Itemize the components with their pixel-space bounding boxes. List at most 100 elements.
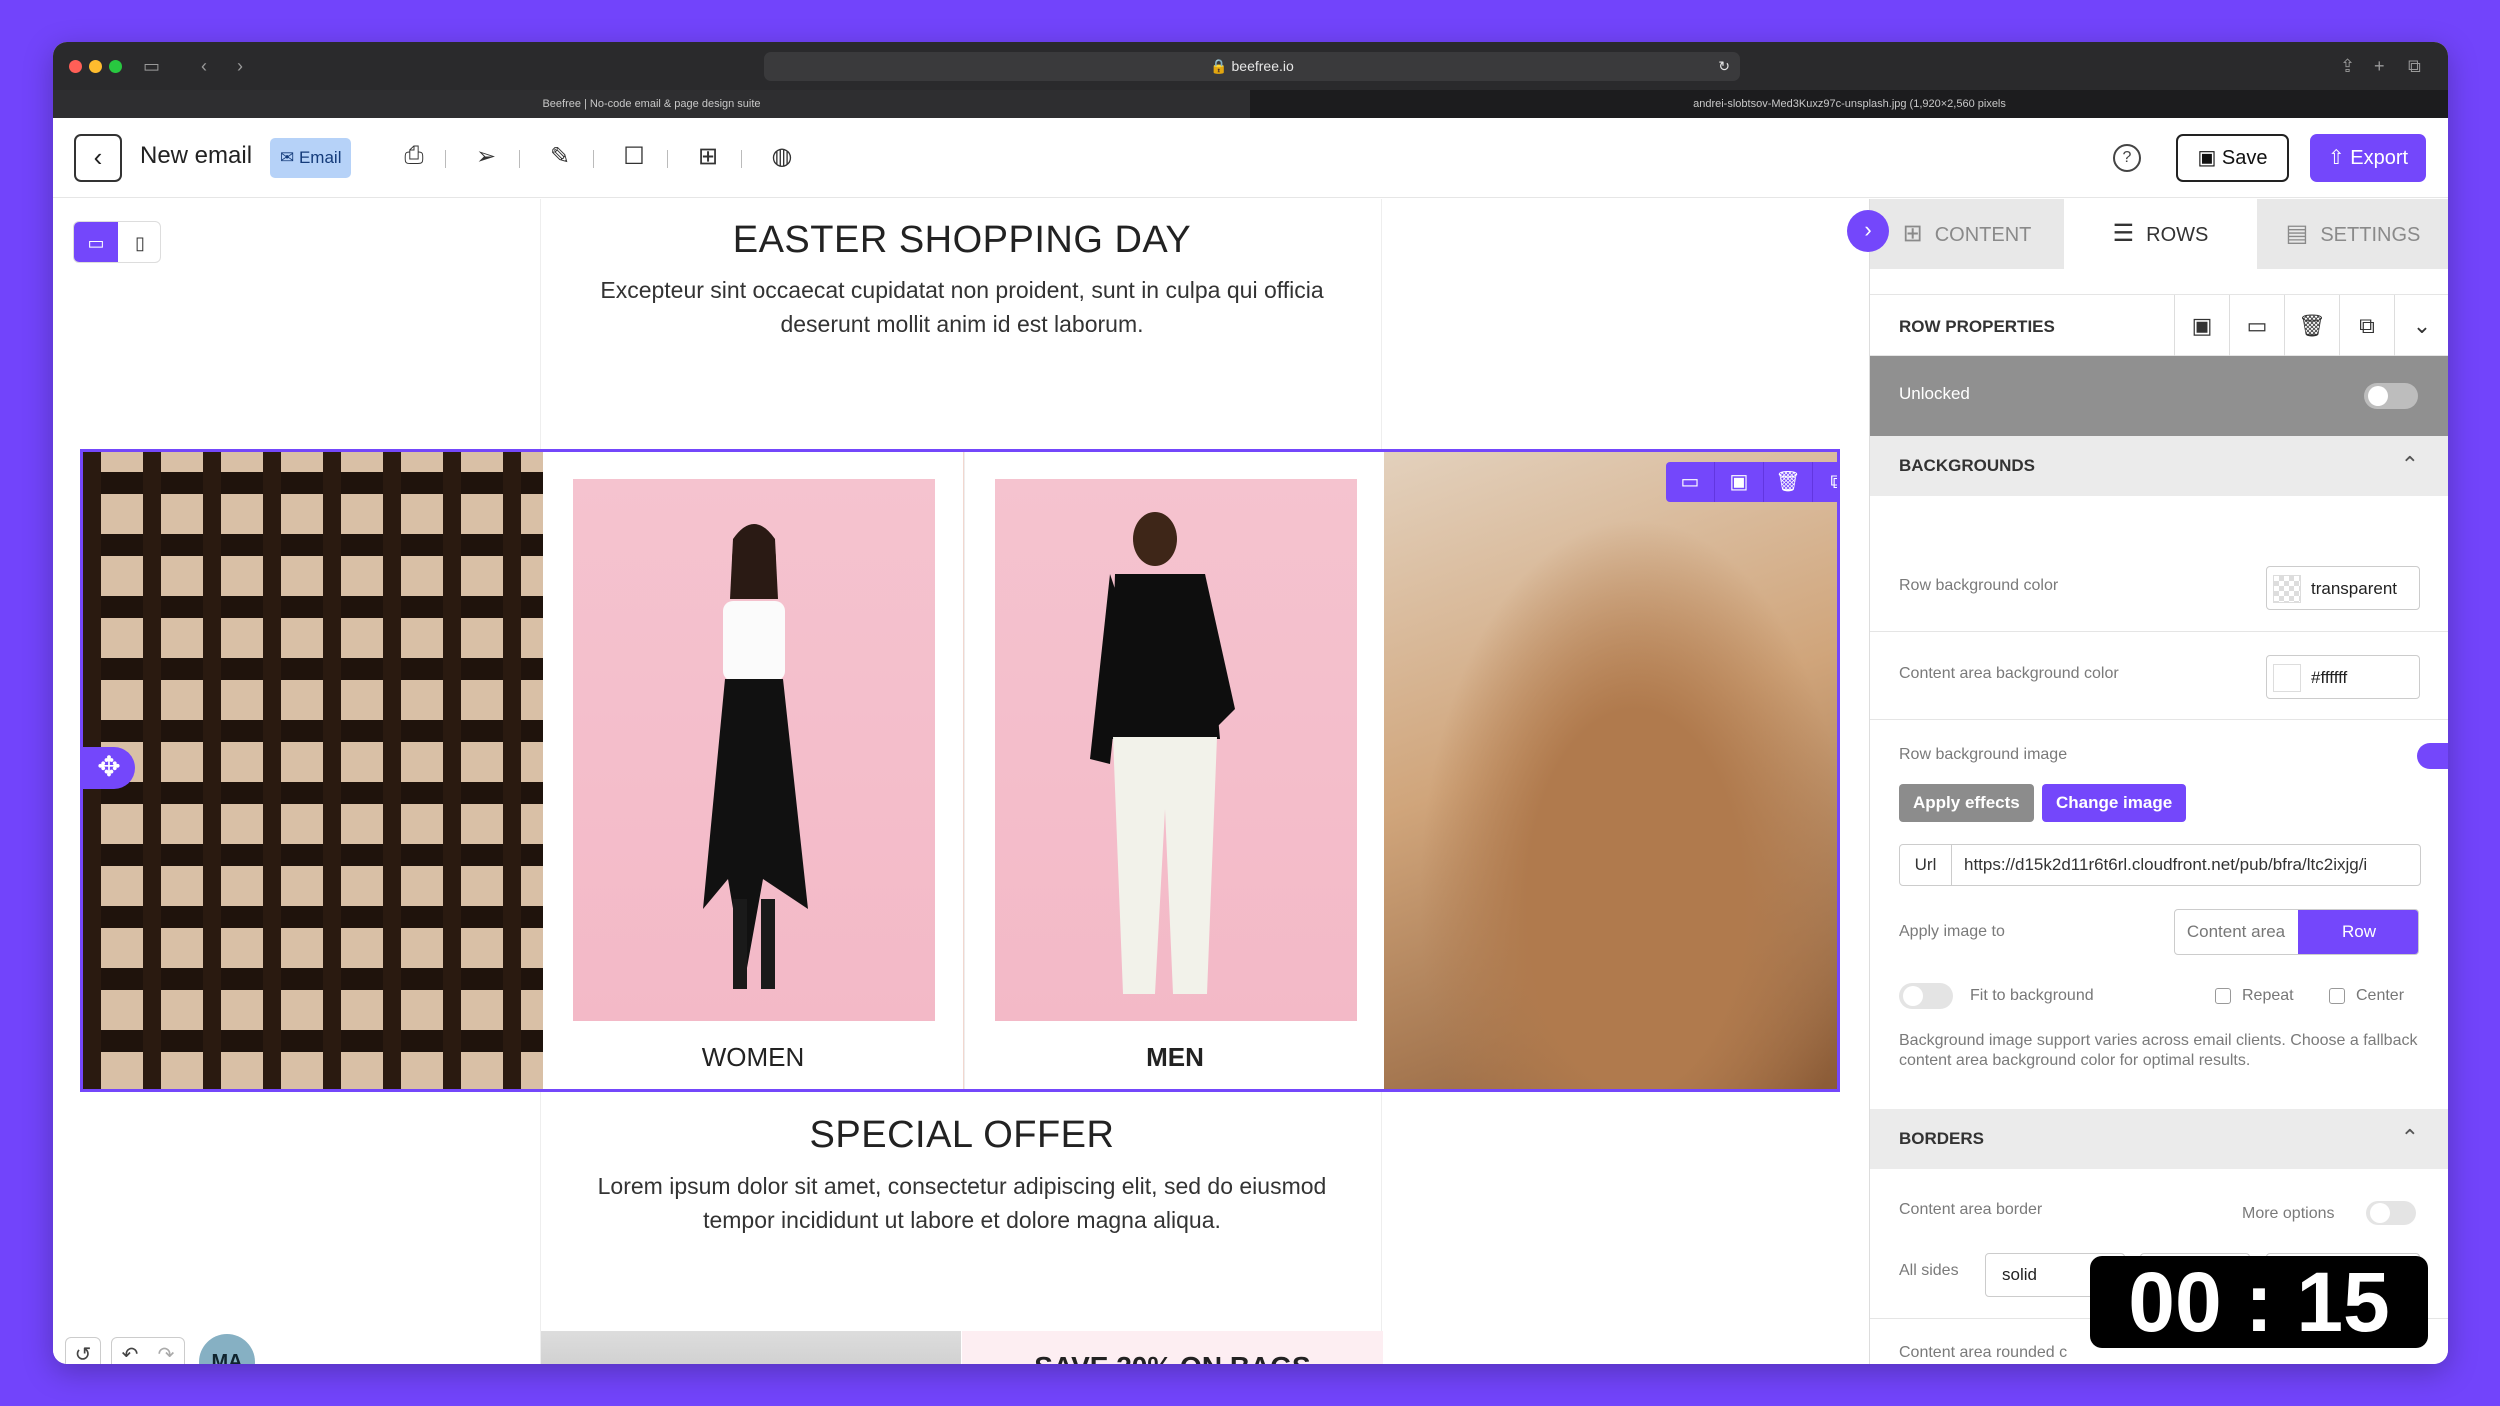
borders-section-header[interactable]: BORDERS ⌃ [1870, 1109, 2448, 1169]
image-url-field[interactable]: Url https://d15k2d11r6t6rl.cloudfront.ne… [1899, 844, 2421, 886]
browser-tab-beefree[interactable]: Beefree | No-code email & page design su… [53, 90, 1250, 118]
delete-icon[interactable]: 🗑 [2284, 295, 2339, 357]
apply-effects-button[interactable]: Apply effects [1899, 784, 2034, 822]
redo-icon[interactable]: ↷ [148, 1338, 184, 1364]
column-women[interactable]: WOMEN [543, 452, 963, 1089]
browser-tabs: Beefree | No-code email & page design su… [53, 90, 2448, 118]
avatar[interactable]: MA [199, 1334, 255, 1364]
move-row-icon[interactable]: ✥ [83, 747, 135, 789]
chevron-up-icon: ⌃ [2400, 452, 2419, 477]
men-product-image[interactable] [995, 479, 1357, 1021]
tab-rows[interactable]: ☰ ROWS [2064, 199, 2257, 269]
column-men[interactable]: MEN [964, 452, 1385, 1089]
row-properties-title: ROW PROPERTIES [1899, 317, 2055, 336]
address-bar[interactable]: 🔒 beefree.io ↻ [764, 52, 1740, 81]
row-bg-image-toggle[interactable] [2417, 743, 2448, 769]
seg-row[interactable]: Row [2298, 910, 2418, 954]
desktop-view-icon[interactable]: ▭ [74, 222, 118, 262]
comment-icon[interactable]: ▭ [1666, 462, 1715, 502]
column-label-women[interactable]: WOMEN [543, 1042, 963, 1073]
export-button[interactable]: ⇧ Export [2310, 134, 2426, 182]
device-preview-switch: ▭ ▯ [73, 221, 161, 263]
change-image-button[interactable]: Change image [2042, 784, 2187, 822]
properties-panel: ⊞ CONTENT ☰ ROWS ▤ SETTINGS ROW PROPERTIES … [1869, 199, 2448, 1364]
save-row-icon[interactable]: ▣ [2174, 295, 2229, 357]
content-bg-color-picker[interactable]: #ffffff [2266, 655, 2420, 699]
selected-row[interactable]: WOMEN MEN ▭ ▣ 🗑 ⧉ [80, 449, 1840, 1092]
women-product-image[interactable] [573, 479, 935, 1021]
add-file-icon[interactable]: ⊞ [693, 142, 723, 171]
paragraph-offer[interactable]: Lorem ipsum dolor sit amet, consectetur … [581, 1169, 1343, 1237]
undo-icon[interactable]: ↶ [112, 1338, 148, 1364]
man-figure [1090, 512, 1235, 994]
heading-easter[interactable]: EASTER SHOPPING DAY [541, 219, 1383, 262]
editor-header: ‹ New email ✉ Email ⎙ ➢ ✎ ☐ ⊞ ◍ ? ▣ Save… [53, 118, 2448, 198]
chevron-down-icon[interactable]: ⌄ [2394, 295, 2448, 357]
heading-special-offer[interactable]: SPECIAL OFFER [541, 1114, 1383, 1157]
grid-icon: ⊞ [1902, 220, 1923, 247]
duplicate-icon[interactable]: ⧉ [1813, 462, 1837, 502]
app-window: ▭ ‹ › 🔒 beefree.io ↻ ⇪ + ⧉ Beefree | No-… [53, 42, 2448, 1364]
chevron-left-icon: ‹ [93, 142, 103, 172]
share-icon[interactable]: ⇪ [2340, 52, 2355, 80]
more-options-toggle[interactable] [2366, 1201, 2416, 1225]
send-test-icon[interactable]: ➢ [471, 142, 501, 171]
tab-settings[interactable]: ▤ SETTINGS [2257, 199, 2448, 269]
duplicate-icon[interactable]: ⧉ [2339, 295, 2394, 357]
edit-pen-icon[interactable]: ✎ [545, 142, 575, 171]
collapse-panel-icon[interactable]: › [1847, 210, 1889, 252]
fit-to-background-toggle[interactable] [1899, 983, 1953, 1009]
column-label-men[interactable]: MEN [965, 1042, 1385, 1073]
mobile-view-icon[interactable]: ▯ [118, 222, 160, 262]
page-title: New email [140, 142, 253, 169]
reload-icon[interactable]: ↻ [1718, 52, 1730, 81]
delete-icon[interactable]: 🗑 [1764, 462, 1813, 502]
bag-image[interactable] [541, 1331, 961, 1364]
backgrounds-section-header[interactable]: BACKGROUNDS ⌃ [1870, 436, 2448, 496]
woman-figure [703, 524, 808, 989]
countdown-timer: 00 : 15 [2090, 1256, 2428, 1348]
save-row-icon[interactable]: ▣ [1715, 462, 1764, 502]
tab-overview-icon[interactable]: ⧉ [2408, 52, 2421, 80]
seg-content-area[interactable]: Content area [2175, 910, 2297, 954]
center-checkbox[interactable] [2329, 988, 2345, 1004]
history-icon[interactable]: ↺ [65, 1337, 101, 1364]
row-background-right [1381, 452, 1837, 1089]
chevron-up-icon: ⌃ [2400, 1125, 2419, 1150]
paragraph-intro[interactable]: Excepteur sint occaecat cupidatat non pr… [581, 273, 1343, 341]
envelope-icon: ✉ [280, 148, 299, 167]
upload-icon: ⇧ [2327, 147, 2351, 169]
lock-row-section: Unlocked [1870, 356, 2448, 436]
help-icon[interactable]: ? [2113, 144, 2141, 172]
save-banner[interactable]: SAVE 20% ON BAGS [962, 1331, 1383, 1364]
close-window-button[interactable] [69, 60, 82, 73]
row-background-left [83, 452, 543, 1089]
bg-image-note: Background image support varies across e… [1899, 1032, 2418, 1069]
editor-canvas: ▭ ▯ EASTER SHOPPING DAY Excepteur sint o… [53, 199, 1869, 1364]
panel-tabs: ⊞ CONTENT ☰ ROWS ▤ SETTINGS [1870, 199, 2448, 269]
floppy-disk-icon: ▣ [2197, 147, 2222, 169]
sidebar-toggle-icon[interactable]: ▭ [143, 52, 160, 80]
undo-redo-group: ↶ ↷ [111, 1337, 185, 1364]
row-toolbar: ▭ ▣ 🗑 ⧉ [1666, 462, 1837, 502]
globe-icon[interactable]: ◍ [767, 142, 797, 171]
forward-icon[interactable]: › [237, 52, 243, 80]
document-settings-icon[interactable]: ⎙ [399, 142, 429, 170]
repeat-checkbox[interactable] [2215, 988, 2231, 1004]
tab-content[interactable]: ⊞ CONTENT [1870, 199, 2064, 269]
new-tab-icon[interactable]: + [2374, 52, 2385, 80]
minimize-window-button[interactable] [89, 60, 102, 73]
browser-tab-image[interactable]: andrei-slobtsov-Med3Kuxz97c-unsplash.jpg… [1251, 90, 2448, 118]
email-type-badge: ✉ Email [270, 138, 352, 178]
browser-toolbar: ▭ ‹ › 🔒 beefree.io ↻ ⇪ + ⧉ [53, 42, 2448, 90]
row-properties-bar: ROW PROPERTIES ▣ ▭ 🗑 ⧉ ⌄ [1870, 294, 2448, 357]
lock-toggle[interactable] [2364, 383, 2418, 409]
row-bg-color-picker[interactable]: transparent [2266, 566, 2420, 610]
back-icon[interactable]: ‹ [201, 52, 207, 80]
save-button[interactable]: ▣ Save [2176, 134, 2289, 182]
settings-doc-icon: ▤ [2285, 220, 2309, 247]
back-button[interactable]: ‹ [74, 134, 122, 182]
maximize-window-button[interactable] [109, 60, 122, 73]
comment-icon[interactable]: ▭ [2229, 295, 2284, 357]
comments-icon[interactable]: ☐ [619, 142, 649, 171]
